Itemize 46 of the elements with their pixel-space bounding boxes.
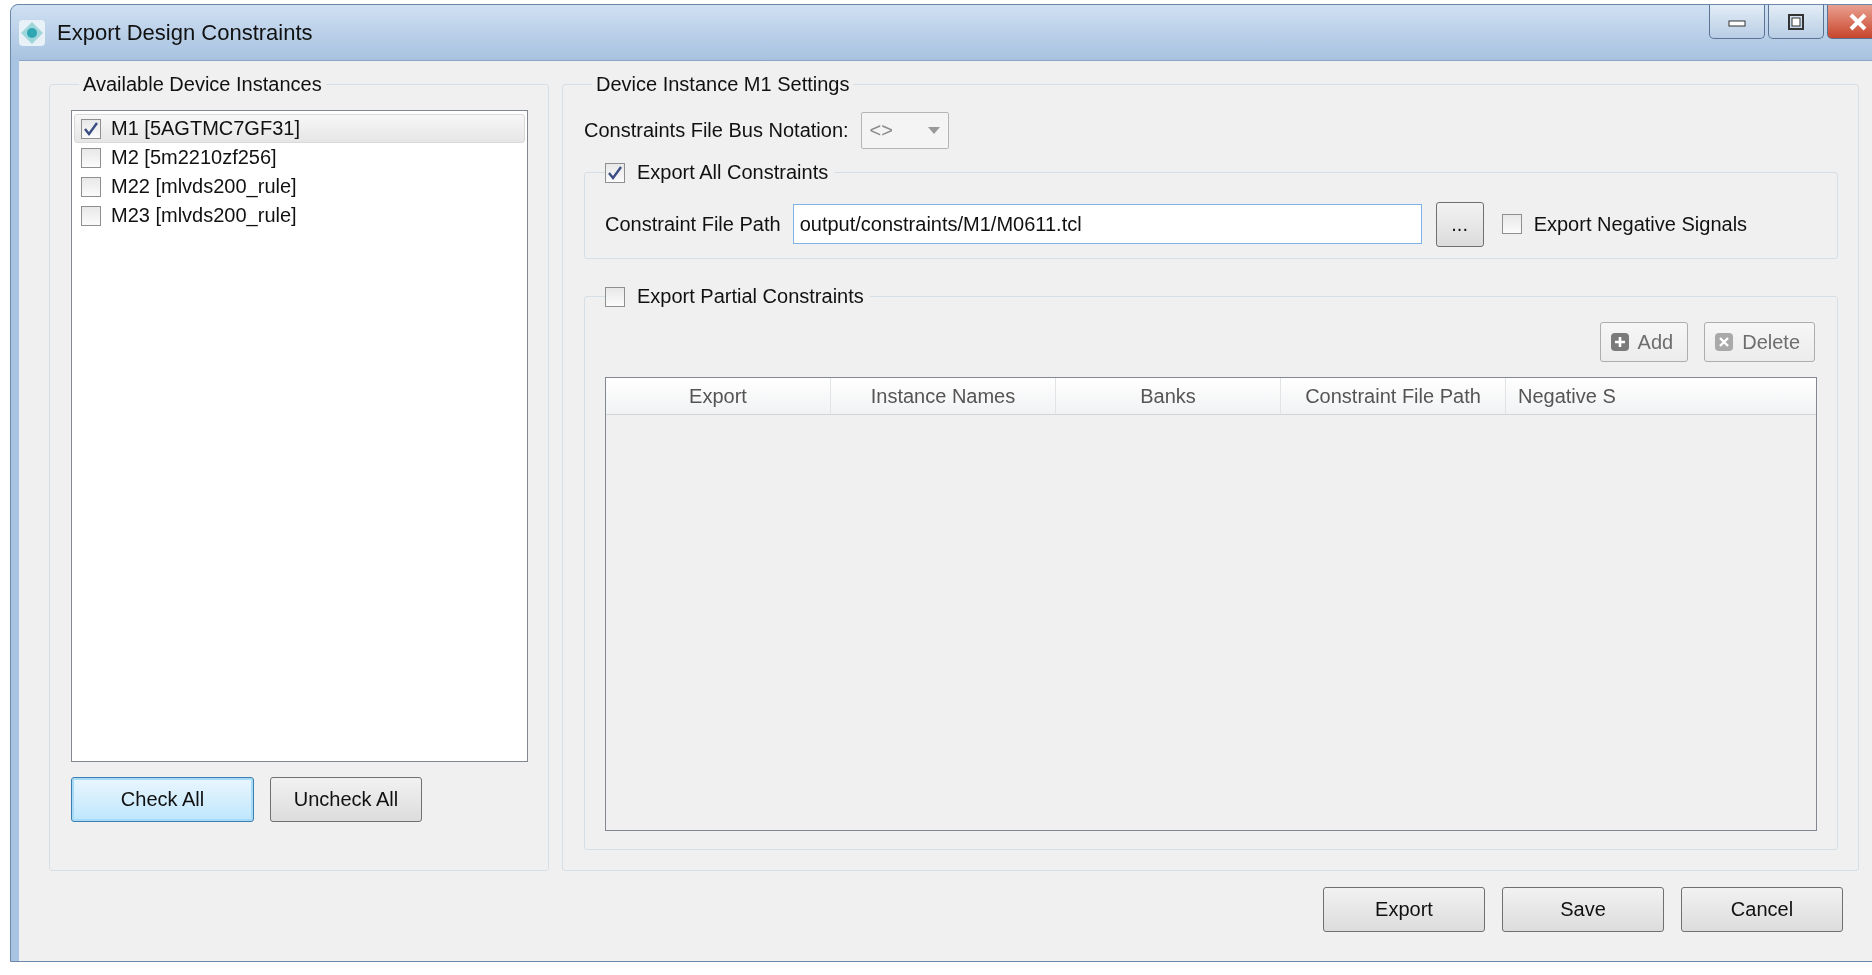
close-icon (1714, 332, 1735, 352)
list-item[interactable]: M23 [mlvds200_rule] (74, 201, 525, 230)
column-header[interactable]: Negative S (1506, 378, 1626, 414)
app-icon (17, 17, 47, 48)
checkmark-icon (607, 164, 623, 181)
checkbox-label: Export Partial Constraints (637, 285, 864, 308)
close-icon (1848, 12, 1868, 31)
path-field[interactable]: output/constraints/M1/M0611.tcl (792, 204, 1422, 244)
caret-icon (927, 126, 940, 135)
group-title: Available Device Instances (82, 73, 323, 96)
checkmark-icon (83, 120, 99, 137)
checkbox-label: Export All Constraints (637, 161, 829, 184)
column-header[interactable]: Export (606, 378, 831, 414)
item-label: M2 [5m2210zf256] (111, 146, 277, 169)
checkbox[interactable] (605, 286, 625, 307)
checkbox[interactable] (605, 162, 625, 183)
checkbox[interactable] (1501, 214, 1522, 234)
column-header[interactable]: Constraint File Path (1281, 378, 1506, 414)
close-button[interactable] (1827, 5, 1872, 39)
maximize-button[interactable] (1768, 5, 1824, 39)
item-label: M23 [mlvds200_rule] (111, 204, 297, 227)
list-item[interactable]: M1 [5AGTMC7GF31] (74, 114, 525, 143)
column-header[interactable]: Instance Names (831, 378, 1056, 414)
checkbox[interactable] (81, 147, 101, 168)
column-header[interactable]: Banks (1056, 378, 1281, 414)
checkbox[interactable] (81, 176, 101, 197)
dialog-button[interactable]: Save (1502, 887, 1664, 932)
item-label: M1 [5AGTMC7GF31] (111, 117, 300, 140)
item-label: M22 [mlvds200_rule] (111, 175, 297, 198)
checkbox-label: Export Negative Signals (1533, 212, 1748, 236)
window-title: Export Design Constraints (57, 19, 313, 46)
list-button[interactable]: Uncheck All (270, 777, 422, 822)
checkbox[interactable] (81, 118, 101, 139)
dialog-button[interactable]: Cancel (1681, 887, 1843, 932)
minimize-button[interactable] (1709, 5, 1765, 39)
list-item[interactable]: M22 [mlvds200_rule] (74, 172, 525, 201)
group-title: Device Instance M1 Settings (595, 73, 851, 96)
checkbox[interactable] (81, 205, 101, 226)
field-label: Constraints File Bus Notation: (584, 119, 849, 142)
list-button[interactable]: Check All (71, 777, 254, 822)
list-item[interactable]: M2 [5m2210zf256] (74, 143, 525, 172)
dialog-button[interactable]: Export (1323, 887, 1485, 932)
browse-button[interactable]: ... (1435, 201, 1484, 247)
maximize-icon (1788, 13, 1804, 30)
field-label: Constraint File Path (605, 212, 781, 236)
plus-icon (1609, 332, 1630, 352)
